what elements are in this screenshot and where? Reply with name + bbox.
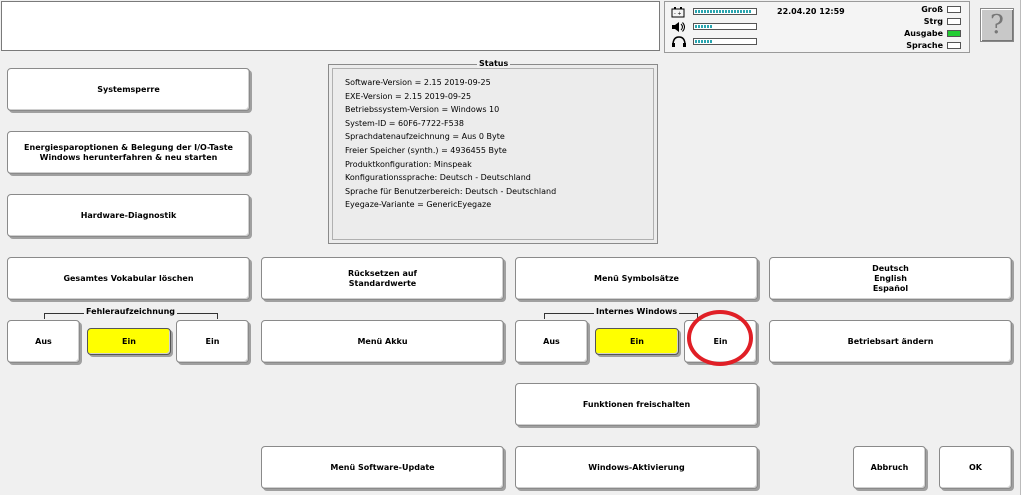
status-line: Produktkonfiguration: Minspeak bbox=[345, 159, 472, 169]
funktionen-freischalten-button[interactable]: Funktionen freischalten bbox=[515, 383, 758, 426]
headphones-icon bbox=[671, 36, 689, 48]
device-status-panel: - + 22.04.20 12:59 Groß Strg Ausgabe Spr… bbox=[664, 1, 970, 53]
menu-symbolsaetze-button[interactable]: Menü Symbolsätze bbox=[515, 257, 758, 300]
fehleraufzeichnung-ein-indicator[interactable]: Ein bbox=[87, 328, 171, 355]
energiesparoptionen-button[interactable]: Energiesparoptionen & Belegung der I/O-T… bbox=[7, 131, 250, 174]
datetime-display: 22.04.20 12:59 bbox=[777, 7, 845, 16]
vokabular-loeschen-button[interactable]: Gesamtes Vokabular löschen bbox=[7, 257, 250, 300]
indicator-label-strg: Strg bbox=[923, 17, 943, 26]
volume-meter bbox=[671, 21, 761, 33]
speaker-icon bbox=[671, 21, 689, 33]
fehleraufzeichnung-label: Fehleraufzeichnung bbox=[84, 307, 178, 316]
indicator-label-gross: Groß bbox=[921, 5, 943, 14]
svg-text:- +: - + bbox=[674, 11, 682, 17]
status-line: Sprachdatenaufzeichnung = Aus 0 Byte bbox=[345, 132, 505, 142]
status-line: EXE-Version = 2.15 2019-09-25 bbox=[345, 91, 472, 101]
status-line: System-ID = 60F6-7722-F538 bbox=[345, 118, 464, 128]
indicator-label-sprache: Sprache bbox=[906, 41, 943, 50]
indicator-strg bbox=[947, 18, 961, 25]
indicator-gross bbox=[947, 6, 961, 13]
status-title: Status bbox=[477, 59, 511, 68]
hardware-diagnostik-button[interactable]: Hardware-Diagnostik bbox=[7, 194, 250, 237]
indicator-label-ausgabe: Ausgabe bbox=[904, 29, 943, 38]
status-lines: Software-Version = 2.15 2019-09-25 EXE-V… bbox=[345, 76, 556, 212]
message-text-area[interactable] bbox=[1, 1, 660, 51]
status-info-box: Status Software-Version = 2.15 2019-09-2… bbox=[328, 59, 658, 244]
ruecksetzen-button[interactable]: Rücksetzen auf Standardwerte bbox=[261, 257, 504, 300]
ok-button[interactable]: OK bbox=[939, 446, 1012, 489]
highlight-circle bbox=[687, 310, 753, 366]
language-select-button[interactable]: Deutsch English Español bbox=[769, 257, 1012, 300]
internes-windows-aus-button[interactable]: Aus bbox=[515, 320, 588, 363]
fehleraufzeichnung-aus-button[interactable]: Aus bbox=[7, 320, 80, 363]
menu-software-update-button[interactable]: Menü Software-Update bbox=[261, 446, 504, 489]
windows-aktivierung-button[interactable]: Windows-Aktivierung bbox=[515, 446, 758, 489]
systemsperre-button[interactable]: Systemsperre bbox=[7, 68, 250, 111]
menu-akku-button[interactable]: Menü Akku bbox=[261, 320, 504, 363]
help-button[interactable]: ? bbox=[980, 8, 1014, 42]
internes-windows-ein-indicator[interactable]: Ein bbox=[595, 328, 679, 355]
battery-icon: - + bbox=[671, 6, 689, 18]
status-line: Konfigurationssprache: Deutsch - Deutsch… bbox=[345, 173, 531, 183]
fehleraufzeichnung-ein-button[interactable]: Ein bbox=[176, 320, 249, 363]
status-line: Sprache für Benutzerbereich: Deutsch - D… bbox=[345, 186, 557, 196]
window-edge bbox=[1020, 0, 1024, 495]
status-line: Software-Version = 2.15 2019-09-25 bbox=[345, 78, 491, 87]
status-line: Eyegaze-Variante = GenericEyegaze bbox=[345, 200, 492, 210]
betriebsart-aendern-button[interactable]: Betriebsart ändern bbox=[769, 320, 1012, 363]
indicator-ausgabe bbox=[947, 30, 961, 37]
indicator-sprache bbox=[947, 42, 961, 49]
abbruch-button[interactable]: Abbruch bbox=[853, 446, 926, 489]
battery-meter: - + bbox=[671, 6, 761, 18]
status-line: Betriebssystem-Version = Windows 10 bbox=[345, 105, 500, 115]
question-mark-icon: ? bbox=[990, 10, 1004, 40]
headphone-meter bbox=[671, 36, 761, 48]
internes-windows-label: Internes Windows bbox=[594, 307, 680, 316]
status-line: Freier Speicher (synth.) = 4936455 Byte bbox=[345, 145, 507, 155]
